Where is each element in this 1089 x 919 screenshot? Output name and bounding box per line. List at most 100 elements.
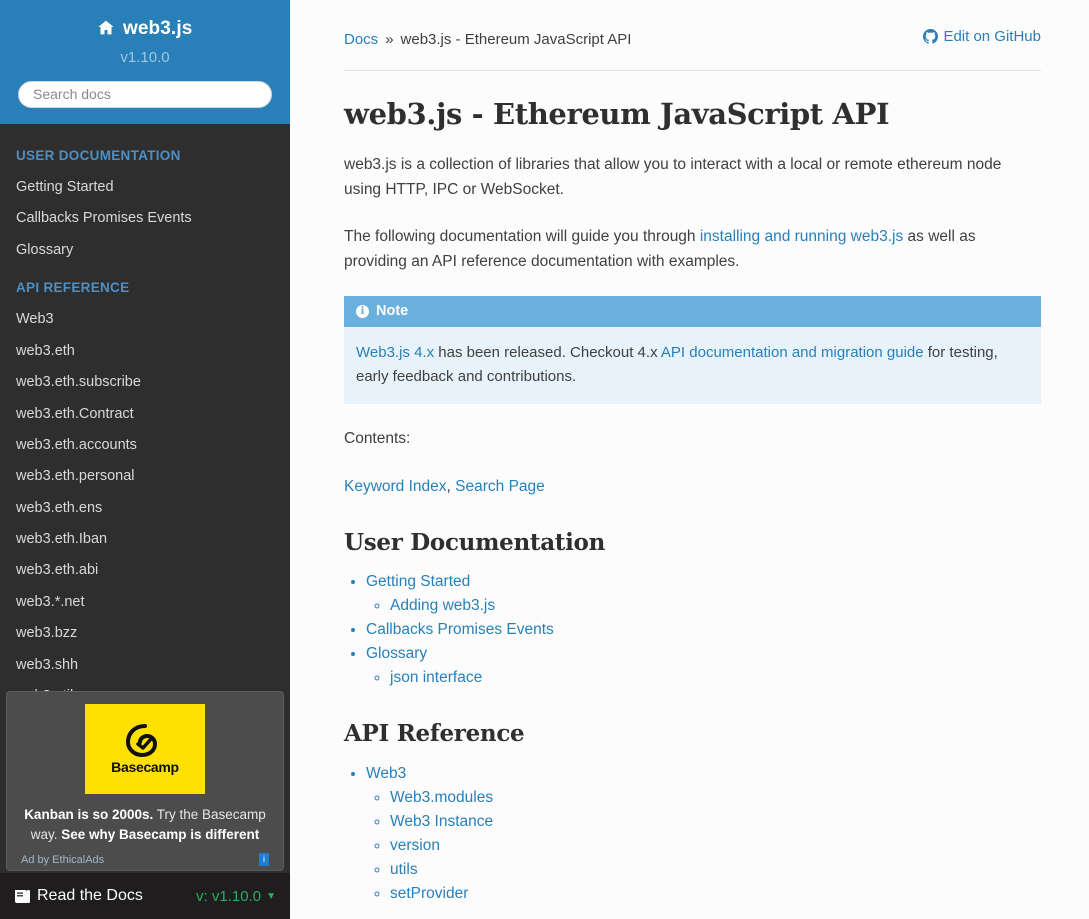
edit-on-github-label: Edit on GitHub — [943, 28, 1041, 45]
installing-running-link[interactable]: installing and running web3.js — [700, 228, 903, 245]
sidebar-footer: Read the Docs v: v1.10.0 ▼ — [0, 873, 290, 919]
toc-link-version[interactable]: version — [390, 837, 440, 854]
list-item: utils — [390, 858, 1041, 882]
api-reference-heading: API Reference — [344, 720, 525, 748]
sidebar-caption-user-documentation: User Documentation — [16, 147, 181, 163]
web3js-4x-link[interactable]: Web3.js 4.x — [356, 344, 434, 361]
github-icon — [923, 29, 939, 44]
intro-p2-before: The following documentation will guide y… — [344, 228, 700, 246]
list-item: Getting Started Adding web3.js — [366, 570, 1041, 618]
edit-on-github-link[interactable]: Edit on GitHub — [923, 28, 1041, 45]
breadcrumb-trail: Docs » web3.js - Ethereum JavaScript API — [344, 31, 631, 48]
sponsor-ad[interactable]: Basecamp Kanban is so 2000s. Try the Bas… — [6, 691, 284, 871]
toc-link-web3-modules[interactable]: Web3.modules — [390, 789, 493, 806]
api-docs-migration-link[interactable]: API documentation and migration guide — [661, 344, 924, 361]
sidebar-item-web3-eth-subscribe[interactable]: web3.eth.subscribe — [0, 367, 290, 398]
list-item: setProvider — [390, 882, 1041, 906]
read-the-docs-label: Read the Docs — [37, 887, 143, 904]
toc-link-web3[interactable]: Web3 — [366, 765, 406, 782]
note-title-bar: i Note — [344, 296, 1041, 328]
info-icon: i — [356, 305, 369, 319]
page-title: web3.js - Ethereum JavaScript API — [344, 97, 890, 131]
ad-text-cta[interactable]: See why Basecamp is different — [61, 827, 259, 842]
sidebar-item-callbacks-promises-events[interactable]: Callbacks Promises Events — [0, 203, 290, 234]
version-switcher-label: v: v1.10.0 — [196, 887, 262, 905]
sidebar-header: web3.js v1.10.0 — [0, 0, 290, 124]
note-text-1: has been released. Checkout 4.x — [434, 344, 661, 362]
note-body: Web3.js 4.x has been released. Checkout … — [344, 327, 1041, 404]
sidebar-item-web3-bzz[interactable]: web3.bzz — [0, 618, 290, 649]
toc-link-glossary[interactable]: Glossary — [366, 645, 427, 662]
book-icon — [14, 889, 31, 904]
sidebar-nav: User Documentation Getting Started Callb… — [0, 124, 290, 713]
sidebar-item-getting-started[interactable]: Getting Started — [0, 172, 290, 203]
keyword-index-link[interactable]: Keyword Index — [344, 478, 447, 495]
sidebar-item-web3-eth-personal[interactable]: web3.eth.personal — [0, 461, 290, 492]
list-item: Web3.modules — [390, 786, 1041, 810]
user-documentation-heading: User Documentation — [344, 528, 606, 556]
list-item: Adding web3.js — [390, 594, 1041, 618]
toc-link-getting-started[interactable]: Getting Started — [366, 573, 470, 590]
sidebar-item-web3-net[interactable]: web3.*.net — [0, 587, 290, 618]
main-content: Docs » web3.js - Ethereum JavaScript API… — [290, 0, 1089, 919]
version-switcher[interactable]: v: v1.10.0 ▼ — [196, 888, 276, 905]
breadcrumb-item-docs[interactable]: Docs — [344, 31, 378, 48]
ad-logo-label: Basecamp — [111, 759, 179, 775]
sidebar-caption-api-reference: API Reference — [16, 280, 130, 296]
brand-label: web3.js — [123, 18, 193, 39]
index-links-comma: , — [446, 477, 456, 495]
ad-info-badge[interactable]: i — [259, 853, 269, 867]
index-links: Keyword Index, Search Page — [344, 474, 1041, 499]
user-documentation-toc: Getting Started Adding web3.js Callbacks… — [344, 570, 1041, 690]
list-item: Callbacks Promises Events — [366, 618, 1041, 642]
sidebar-item-web3-shh[interactable]: web3.shh — [0, 650, 290, 681]
document-body: web3.js - Ethereum JavaScript API web3.j… — [290, 97, 1089, 906]
sidebar-item-web3-eth-abi[interactable]: web3.eth.abi — [0, 555, 290, 586]
breadcrumb-item-current: web3.js - Ethereum JavaScript API — [400, 31, 632, 48]
basecamp-logo-icon — [125, 724, 158, 758]
toc-link-setprovider[interactable]: setProvider — [390, 885, 468, 902]
search-container — [12, 80, 278, 108]
search-page-link[interactable]: Search Page — [455, 478, 545, 495]
sidebar-item-web3-eth-accounts[interactable]: web3.eth.accounts — [0, 430, 290, 461]
sidebar-item-web3-eth-contract[interactable]: web3.eth.Contract — [0, 399, 290, 430]
list-item: Glossary json interface — [366, 642, 1041, 690]
toc-link-adding-web3js[interactable]: Adding web3.js — [390, 597, 495, 614]
brand-link[interactable]: web3.js — [12, 12, 278, 41]
intro-paragraph-2: The following documentation will guide y… — [344, 224, 1041, 274]
toc-link-web3-instance[interactable]: Web3 Instance — [390, 813, 493, 830]
toc-link-json-interface[interactable]: json interface — [390, 669, 482, 686]
api-reference-toc: Web3 Web3.modules Web3 Instance version … — [344, 762, 1041, 906]
sidebar-item-glossary[interactable]: Glossary — [0, 235, 290, 266]
sidebar-item-web3[interactable]: Web3 — [0, 304, 290, 335]
sidebar: web3.js v1.10.0 User Documentation Getti… — [0, 0, 290, 919]
list-item: version — [390, 834, 1041, 858]
intro-paragraph-1: web3.js is a collection of libraries tha… — [344, 155, 1002, 198]
read-the-docs-brand[interactable]: Read the Docs — [14, 887, 143, 905]
list-item: Web3 Instance — [390, 810, 1041, 834]
ad-image[interactable]: Basecamp — [85, 704, 205, 794]
home-icon — [98, 19, 114, 42]
note-title-label: Note — [376, 303, 409, 320]
list-item: json interface — [390, 666, 1041, 690]
breadcrumb-divider — [344, 70, 1041, 71]
sidebar-item-web3-eth-ens[interactable]: web3.eth.ens — [0, 493, 290, 524]
toc-link-utils[interactable]: utils — [390, 861, 418, 878]
page-root: web3.js v1.10.0 User Documentation Getti… — [0, 0, 1089, 919]
ad-text-lead: Kanban is so 2000s. — [24, 807, 154, 822]
sidebar-item-web3-eth-iban[interactable]: web3.eth.Iban — [0, 524, 290, 555]
breadcrumb: Docs » web3.js - Ethereum JavaScript API… — [290, 0, 1089, 48]
toc-sublist: Web3.modules Web3 Instance version utils… — [366, 786, 1041, 906]
sidebar-version: v1.10.0 — [120, 48, 170, 66]
contents-label: Contents: — [344, 430, 411, 448]
sidebar-item-web3-eth[interactable]: web3.eth — [0, 336, 290, 367]
breadcrumb-separator: » — [385, 31, 394, 48]
ad-credit: Ad by EthicalAds i — [21, 853, 269, 867]
search-input[interactable] — [18, 80, 272, 108]
note-admonition: i Note Web3.js 4.x has been released. Ch… — [344, 296, 1041, 405]
ad-credit-label[interactable]: Ad by EthicalAds — [21, 854, 104, 866]
toc-link-callbacks-promises-events[interactable]: Callbacks Promises Events — [366, 621, 554, 638]
list-item: Web3 Web3.modules Web3 Instance version … — [366, 762, 1041, 906]
toc-sublist: json interface — [366, 666, 1041, 690]
caret-down-icon: ▼ — [266, 890, 276, 902]
